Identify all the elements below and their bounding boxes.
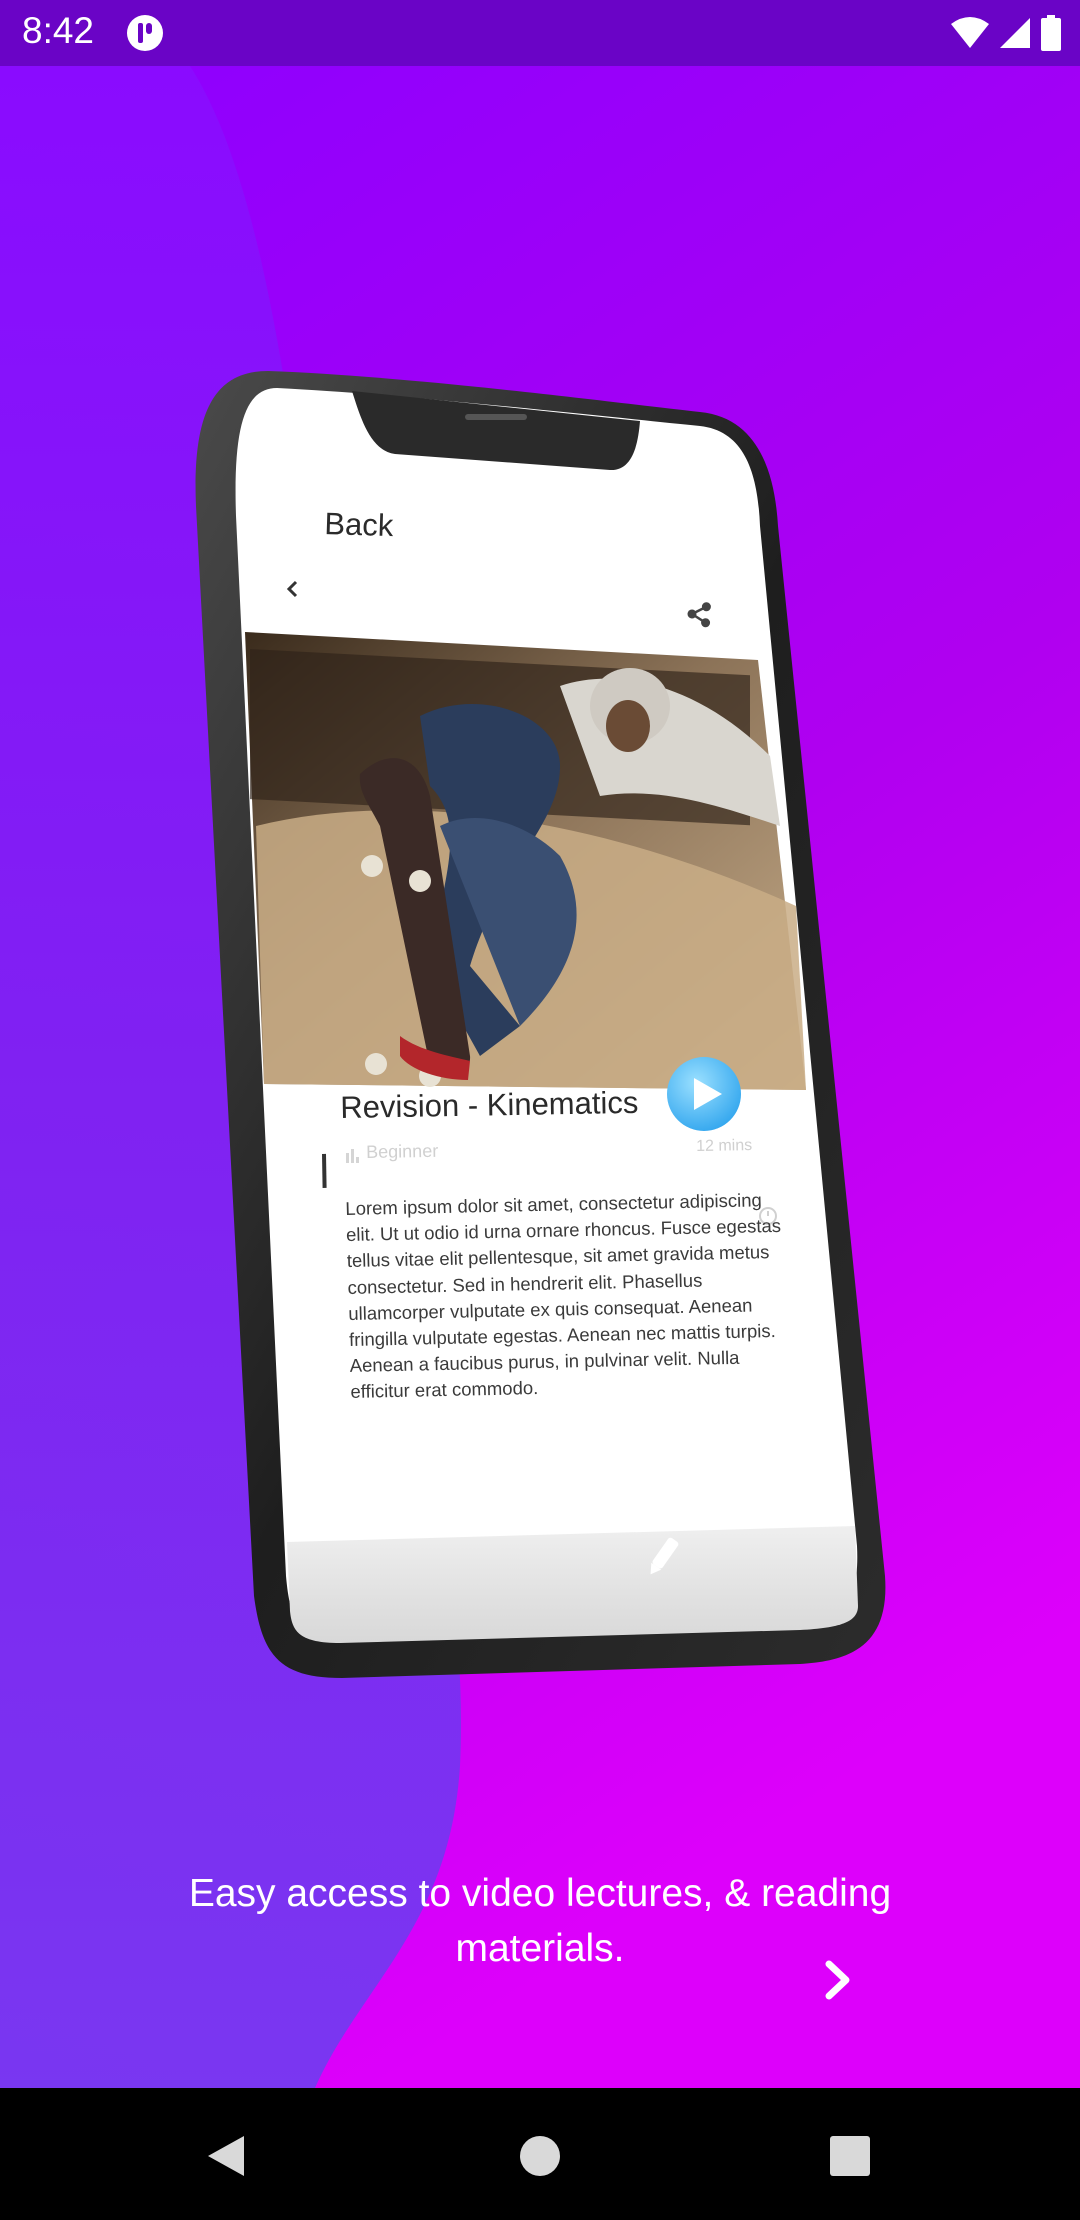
nav-home-icon xyxy=(520,2136,560,2176)
onboarding-screen: 8:42 Back Revision - Kinematics Beginner… xyxy=(0,0,1080,2220)
mock-lesson-title: Revision - Kinematics xyxy=(340,1084,639,1125)
pocket-app-icon xyxy=(127,15,163,51)
mock-back-label: Back xyxy=(323,506,394,544)
mock-level-label: Beginner xyxy=(366,1140,439,1162)
battery-icon xyxy=(1041,15,1061,51)
nav-back-button[interactable] xyxy=(196,2126,256,2186)
mock-attempt-button xyxy=(287,1526,858,1643)
onboarding-caption: Easy access to video lectures, & reading… xyxy=(188,1872,892,1970)
nav-recents-button[interactable] xyxy=(820,2126,880,2186)
chevron-right-icon xyxy=(825,1960,850,2000)
phone-mockup: Back Revision - Kinematics Beginner 12 m… xyxy=(0,66,1080,2088)
mock-attempt-label: Attempt Test xyxy=(478,1497,618,1530)
mock-body-text: Lorem ipsum dolor sit amet, consectetur … xyxy=(345,1189,782,1403)
next-button[interactable] xyxy=(806,1948,870,2012)
nav-back-icon xyxy=(208,2136,244,2176)
mock-duration-label: 12 mins xyxy=(696,1137,753,1155)
wifi-icon xyxy=(951,17,989,48)
cell-signal-icon xyxy=(1000,18,1030,48)
onboarding-page[interactable]: Back Revision - Kinematics Beginner 12 m… xyxy=(0,66,1080,2088)
status-bar: 8:42 xyxy=(0,0,1080,66)
system-nav-bar xyxy=(0,2088,1080,2220)
status-icons xyxy=(950,14,1062,52)
status-time: 8:42 xyxy=(22,10,95,51)
nav-recents-icon xyxy=(830,2136,870,2176)
nav-home-button[interactable] xyxy=(510,2126,570,2186)
